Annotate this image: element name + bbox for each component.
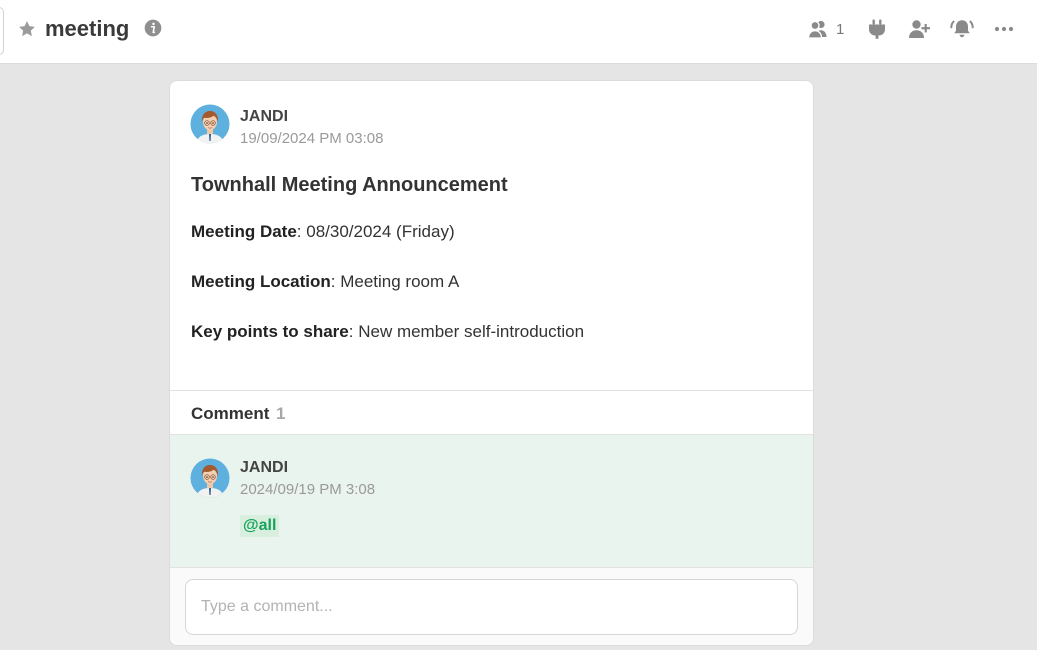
star-icon[interactable] [17, 19, 37, 39]
author-avatar[interactable] [190, 104, 230, 144]
connect-plug-icon[interactable] [865, 17, 889, 41]
comment-section-header: Comment 1 [170, 390, 813, 435]
post-line-label: Meeting Date [191, 222, 297, 241]
commenter-avatar[interactable] [190, 458, 230, 498]
post-line-value: : 08/30/2024 (Friday) [296, 222, 455, 241]
room-title: meeting [45, 16, 130, 41]
invite-user-icon[interactable] [907, 17, 931, 41]
post-title: Townhall Meeting Announcement [191, 174, 508, 196]
member-count[interactable]: 1 [836, 21, 844, 39]
mention-tag[interactable]: @all [240, 515, 280, 537]
post-line-value: : New member self-introduction [348, 322, 585, 341]
members-icon[interactable] [806, 17, 830, 41]
post-author[interactable]: JANDI [240, 108, 288, 126]
comment-input[interactable] [185, 579, 798, 635]
top-bar: meeting 1 [0, 0, 1037, 64]
post-line-location: Meeting Location: Meeting room A [191, 272, 459, 292]
post-line-key-points: Key points to share: New member self-int… [191, 322, 584, 342]
notification-bell-icon[interactable] [950, 17, 974, 41]
info-icon[interactable] [143, 18, 163, 38]
post-line-date: Meeting Date: 08/30/2024 (Friday) [191, 222, 455, 242]
comment-timestamp: 2024/09/19 PM 3:08 [240, 481, 376, 498]
post-line-label: Key points to share [191, 322, 349, 341]
comment-author[interactable]: JANDI [240, 459, 288, 477]
left-panel-edge [0, 7, 4, 55]
comment-count: 1 [276, 404, 286, 423]
post-timestamp: 19/09/2024 PM 03:08 [240, 130, 384, 147]
comment-label: Comment [191, 404, 270, 423]
post-line-value: : Meeting room A [330, 272, 460, 291]
more-icon[interactable] [992, 17, 1016, 41]
post-line-label: Meeting Location [191, 272, 331, 291]
comment-item: JANDI 2024/09/19 PM 3:08 @all [170, 435, 813, 568]
comment-input-area [170, 568, 813, 645]
post-card: JANDI 19/09/2024 PM 03:08 Townhall Meeti… [169, 80, 814, 646]
